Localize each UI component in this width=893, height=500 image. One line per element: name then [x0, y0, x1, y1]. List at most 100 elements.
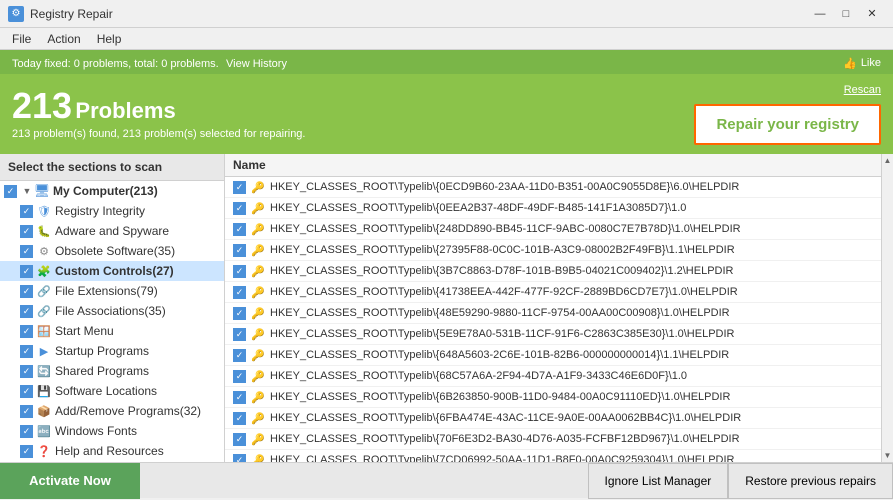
menu-help[interactable]: Help [89, 30, 130, 48]
tree-item-registry-integrity[interactable]: ✓ 🛡 Registry Integrity [0, 201, 224, 221]
registry-icon-3: 🔑 [250, 242, 266, 258]
row-text-5: HKEY_CLASSES_ROOT\Typelib\{41738EEA-442F… [270, 286, 738, 298]
tree-item-mycomputer[interactable]: ✓ ▼ 🖥 My Computer(213) [0, 181, 224, 201]
row-text-2: HKEY_CLASSES_ROOT\Typelib\{248DD890-BB45… [270, 223, 741, 235]
checkbox-mycomputer[interactable]: ✓ [4, 185, 17, 198]
tree-item-softloc[interactable]: ✓ 💾 Software Locations [0, 381, 224, 401]
checkbox-fileassoc[interactable]: ✓ [20, 305, 33, 318]
menu-file[interactable]: File [4, 30, 39, 48]
list-item[interactable]: ✓ 🔑 HKEY_CLASSES_ROOT\Typelib\{3B7C8863-… [225, 261, 881, 282]
maximize-button[interactable]: □ [833, 4, 859, 24]
list-item[interactable]: ✓ 🔑 HKEY_CLASSES_ROOT\Typelib\{5E9E78A0-… [225, 324, 881, 345]
list-item[interactable]: ✓ 🔑 HKEY_CLASSES_ROOT\Typelib\{648A5603-… [225, 345, 881, 366]
registry-icon-0: 🔑 [250, 179, 266, 195]
tree-item-custom[interactable]: ✓ 🧩 Custom Controls(27) [0, 261, 224, 281]
left-panel-header: Select the sections to scan [0, 154, 224, 181]
label-fonts: Windows Fonts [55, 424, 137, 438]
banner-text: Today fixed: 0 problems, total: 0 proble… [12, 58, 219, 70]
row-checkbox-7[interactable]: ✓ [233, 328, 246, 341]
label-custom: Custom Controls(27) [55, 264, 174, 278]
tree-item-obsolete[interactable]: ✓ ⚙ Obsolete Software(35) [0, 241, 224, 261]
row-checkbox-4[interactable]: ✓ [233, 265, 246, 278]
checkbox-adware[interactable]: ✓ [20, 225, 33, 238]
expand-mycomputer[interactable]: ▼ [20, 184, 34, 198]
tree-item-fileext[interactable]: ✓ 🔗 File Extensions(79) [0, 281, 224, 301]
row-checkbox-5[interactable]: ✓ [233, 286, 246, 299]
checkbox-fileext[interactable]: ✓ [20, 285, 33, 298]
label-fileext: File Extensions(79) [55, 284, 158, 298]
left-panel: Select the sections to scan ✓ ▼ 🖥 My Com… [0, 154, 225, 462]
label-addremove: Add/Remove Programs(32) [55, 404, 201, 418]
list-item[interactable]: ✓ 🔑 HKEY_CLASSES_ROOT\Typelib\{41738EEA-… [225, 282, 881, 303]
problems-detail: 213 problem(s) found, 213 problem(s) sel… [12, 128, 305, 140]
font-icon: 🔤 [36, 423, 52, 439]
checkbox-startmenu[interactable]: ✓ [20, 325, 33, 338]
tree-item-shared[interactable]: ✓ 🔄 Shared Programs [0, 361, 224, 381]
list-item[interactable]: ✓ 🔑 HKEY_CLASSES_ROOT\Typelib\{70F6E3D2-… [225, 429, 881, 450]
tree-area[interactable]: ✓ ▼ 🖥 My Computer(213) ✓ 🛡 Registry Inte… [0, 181, 224, 462]
checkbox-registry-integrity[interactable]: ✓ [20, 205, 33, 218]
tree-item-addremove[interactable]: ✓ 📦 Add/Remove Programs(32) [0, 401, 224, 421]
registry-icon-13: 🔑 [250, 452, 266, 462]
scrollbar-right[interactable]: ▲ ▼ [881, 154, 893, 462]
rescan-link[interactable]: Rescan [844, 84, 881, 96]
row-checkbox-13[interactable]: ✓ [233, 454, 246, 463]
ignore-list-button[interactable]: Ignore List Manager [588, 463, 729, 499]
restore-repairs-button[interactable]: Restore previous repairs [728, 463, 893, 499]
list-item[interactable]: ✓ 🔑 HKEY_CLASSES_ROOT\Typelib\{6FBA474E-… [225, 408, 881, 429]
list-item[interactable]: ✓ 🔑 HKEY_CLASSES_ROOT\Typelib\{248DD890-… [225, 219, 881, 240]
row-checkbox-1[interactable]: ✓ [233, 202, 246, 215]
list-item[interactable]: ✓ 🔑 HKEY_CLASSES_ROOT\Typelib\{0ECD9B60-… [225, 177, 881, 198]
like-button[interactable]: 👍 Like [843, 57, 881, 70]
row-checkbox-2[interactable]: ✓ [233, 223, 246, 236]
label-startup: Startup Programs [55, 344, 149, 358]
tree-item-startmenu[interactable]: ✓ 🪟 Start Menu [0, 321, 224, 341]
row-text-12: HKEY_CLASSES_ROOT\Typelib\{70F6E3D2-BA30… [270, 433, 740, 445]
tree-item-fileassoc[interactable]: ✓ 🔗 File Associations(35) [0, 301, 224, 321]
row-checkbox-12[interactable]: ✓ [233, 433, 246, 446]
problems-block: 213 Problems 213 problem(s) found, 213 p… [12, 88, 305, 140]
banner-message: Today fixed: 0 problems, total: 0 proble… [12, 56, 287, 70]
list-area[interactable]: ✓ 🔑 HKEY_CLASSES_ROOT\Typelib\{0ECD9B60-… [225, 177, 881, 462]
row-checkbox-9[interactable]: ✓ [233, 370, 246, 383]
row-checkbox-11[interactable]: ✓ [233, 412, 246, 425]
list-item[interactable]: ✓ 🔑 HKEY_CLASSES_ROOT\Typelib\{0EEA2B37-… [225, 198, 881, 219]
tree-item-sounds[interactable]: ✓ 🔊 Sounds and Appevents [0, 461, 224, 462]
checkbox-custom[interactable]: ✓ [20, 265, 33, 278]
list-item[interactable]: ✓ 🔑 HKEY_CLASSES_ROOT\Typelib\{6B263850-… [225, 387, 881, 408]
checkbox-addremove[interactable]: ✓ [20, 405, 33, 418]
activate-button[interactable]: Activate Now [0, 463, 140, 499]
checkbox-softloc[interactable]: ✓ [20, 385, 33, 398]
row-text-6: HKEY_CLASSES_ROOT\Typelib\{48E59290-9880… [270, 307, 730, 319]
header-section: 213 Problems 213 problem(s) found, 213 p… [0, 74, 893, 154]
row-checkbox-6[interactable]: ✓ [233, 307, 246, 320]
row-checkbox-10[interactable]: ✓ [233, 391, 246, 404]
checkbox-help[interactable]: ✓ [20, 445, 33, 458]
menu-action[interactable]: Action [39, 30, 88, 48]
view-history-link[interactable]: View History [226, 58, 287, 70]
checkbox-obsolete[interactable]: ✓ [20, 245, 33, 258]
registry-icon-4: 🔑 [250, 263, 266, 279]
hdd-icon: 💾 [36, 383, 52, 399]
row-checkbox-3[interactable]: ✓ [233, 244, 246, 257]
tree-item-adware[interactable]: ✓ 🐛 Adware and Spyware [0, 221, 224, 241]
close-button[interactable]: ✕ [859, 4, 885, 24]
row-checkbox-8[interactable]: ✓ [233, 349, 246, 362]
registry-icon-11: 🔑 [250, 410, 266, 426]
minimize-button[interactable]: — [807, 4, 833, 24]
list-item[interactable]: ✓ 🔑 HKEY_CLASSES_ROOT\Typelib\{27395F88-… [225, 240, 881, 261]
checkbox-fonts[interactable]: ✓ [20, 425, 33, 438]
column-header-name: Name [225, 154, 881, 177]
title-bar-controls: — □ ✕ [807, 4, 885, 24]
checkbox-startup[interactable]: ✓ [20, 345, 33, 358]
tree-item-fonts[interactable]: ✓ 🔤 Windows Fonts [0, 421, 224, 441]
tree-item-help[interactable]: ✓ ❓ Help and Resources [0, 441, 224, 461]
row-text-3: HKEY_CLASSES_ROOT\Typelib\{27395F88-0C0C… [270, 244, 735, 256]
list-item[interactable]: ✓ 🔑 HKEY_CLASSES_ROOT\Typelib\{7CD06992-… [225, 450, 881, 462]
repair-button[interactable]: Repair your registry [694, 104, 881, 145]
checkbox-shared[interactable]: ✓ [20, 365, 33, 378]
list-item[interactable]: ✓ 🔑 HKEY_CLASSES_ROOT\Typelib\{48E59290-… [225, 303, 881, 324]
tree-item-startup[interactable]: ✓ ▶ Startup Programs [0, 341, 224, 361]
row-checkbox-0[interactable]: ✓ [233, 181, 246, 194]
list-item[interactable]: ✓ 🔑 HKEY_CLASSES_ROOT\Typelib\{68C57A6A-… [225, 366, 881, 387]
